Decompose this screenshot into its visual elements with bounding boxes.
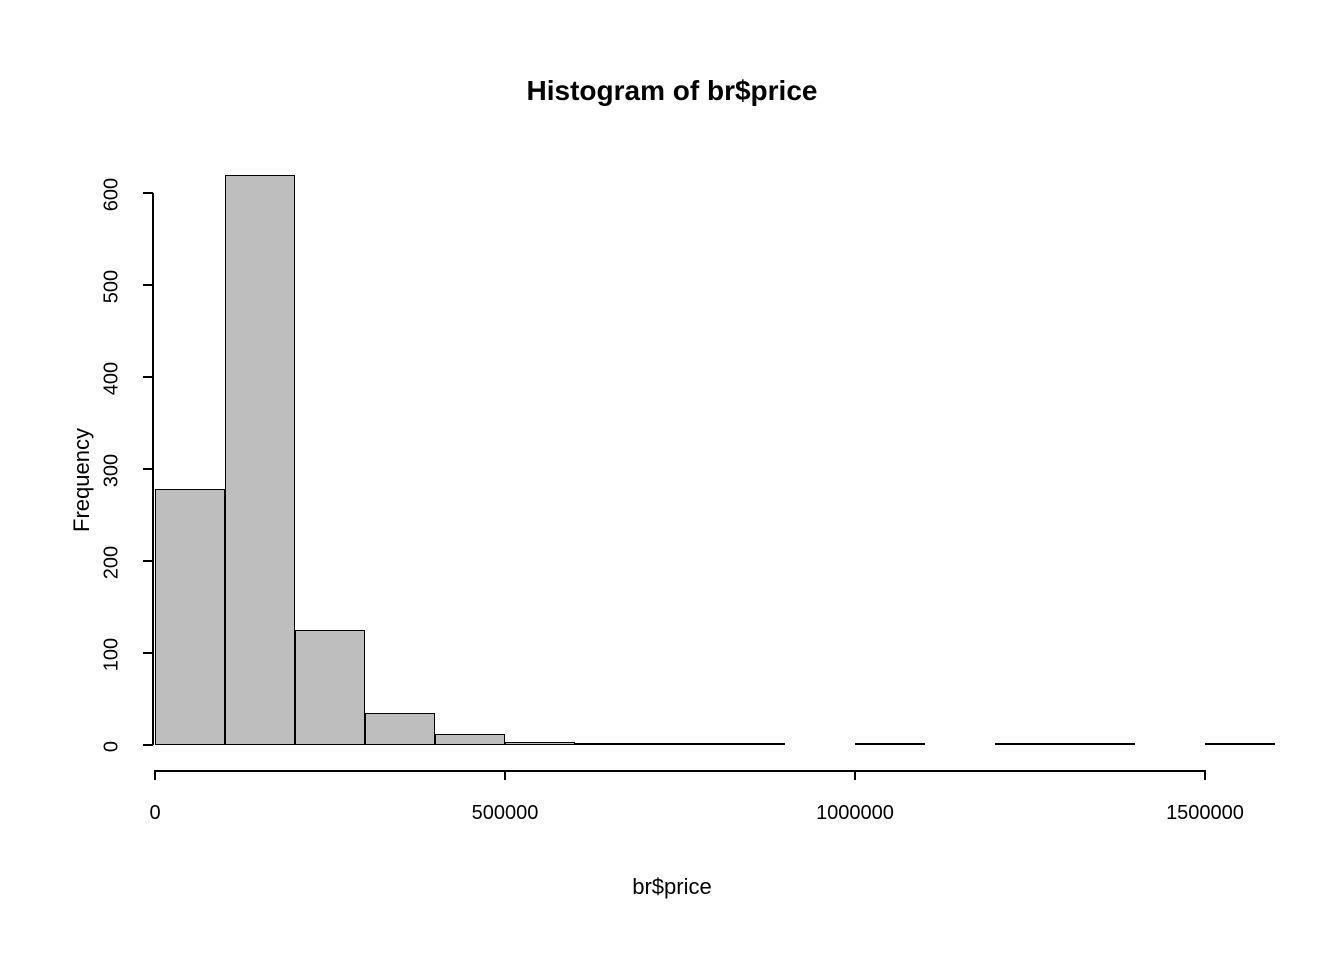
y-tick (143, 284, 153, 286)
y-tick-label: 100 (101, 625, 124, 685)
histogram-bar (1205, 743, 1275, 745)
histogram-bar (295, 630, 365, 745)
y-tick-label: 200 (101, 533, 124, 593)
x-tick-label: 1500000 (1166, 802, 1244, 825)
y-tick (143, 744, 153, 746)
chart-title: Histogram of br$price (0, 75, 1344, 107)
histogram-bar (575, 743, 645, 745)
y-tick-label: 500 (101, 257, 124, 317)
y-tick (143, 468, 153, 470)
x-tick (154, 770, 156, 780)
histogram-bar (995, 743, 1065, 745)
histogram-bar (435, 734, 505, 745)
x-tick-label: 1000000 (816, 802, 894, 825)
y-axis-label: Frequency (69, 428, 95, 532)
histogram-bar (155, 489, 225, 745)
y-tick-label: 600 (101, 165, 124, 225)
x-tick (1204, 770, 1206, 780)
histogram-bar (1065, 743, 1135, 745)
x-tick-label: 500000 (472, 802, 539, 825)
histogram-bar (365, 713, 435, 745)
bars-container (155, 175, 1275, 745)
histogram-bar (225, 175, 295, 745)
x-tick (854, 770, 856, 780)
y-tick-label: 400 (101, 349, 124, 409)
histogram-bar (505, 742, 575, 745)
histogram-chart: Histogram of br$price Frequency br$price… (0, 0, 1344, 960)
histogram-bar (645, 743, 715, 745)
y-tick (143, 192, 153, 194)
histogram-bar (855, 743, 925, 745)
plot-area (155, 175, 1275, 745)
x-tick (504, 770, 506, 780)
y-tick-label: 300 (101, 441, 124, 501)
y-tick-label: 0 (101, 717, 124, 777)
x-tick-label: 0 (149, 802, 160, 825)
x-axis-line (155, 770, 1205, 772)
y-tick (143, 560, 153, 562)
histogram-bar (715, 743, 785, 745)
y-tick (143, 652, 153, 654)
x-axis-label: br$price (0, 874, 1344, 900)
y-tick (143, 376, 153, 378)
